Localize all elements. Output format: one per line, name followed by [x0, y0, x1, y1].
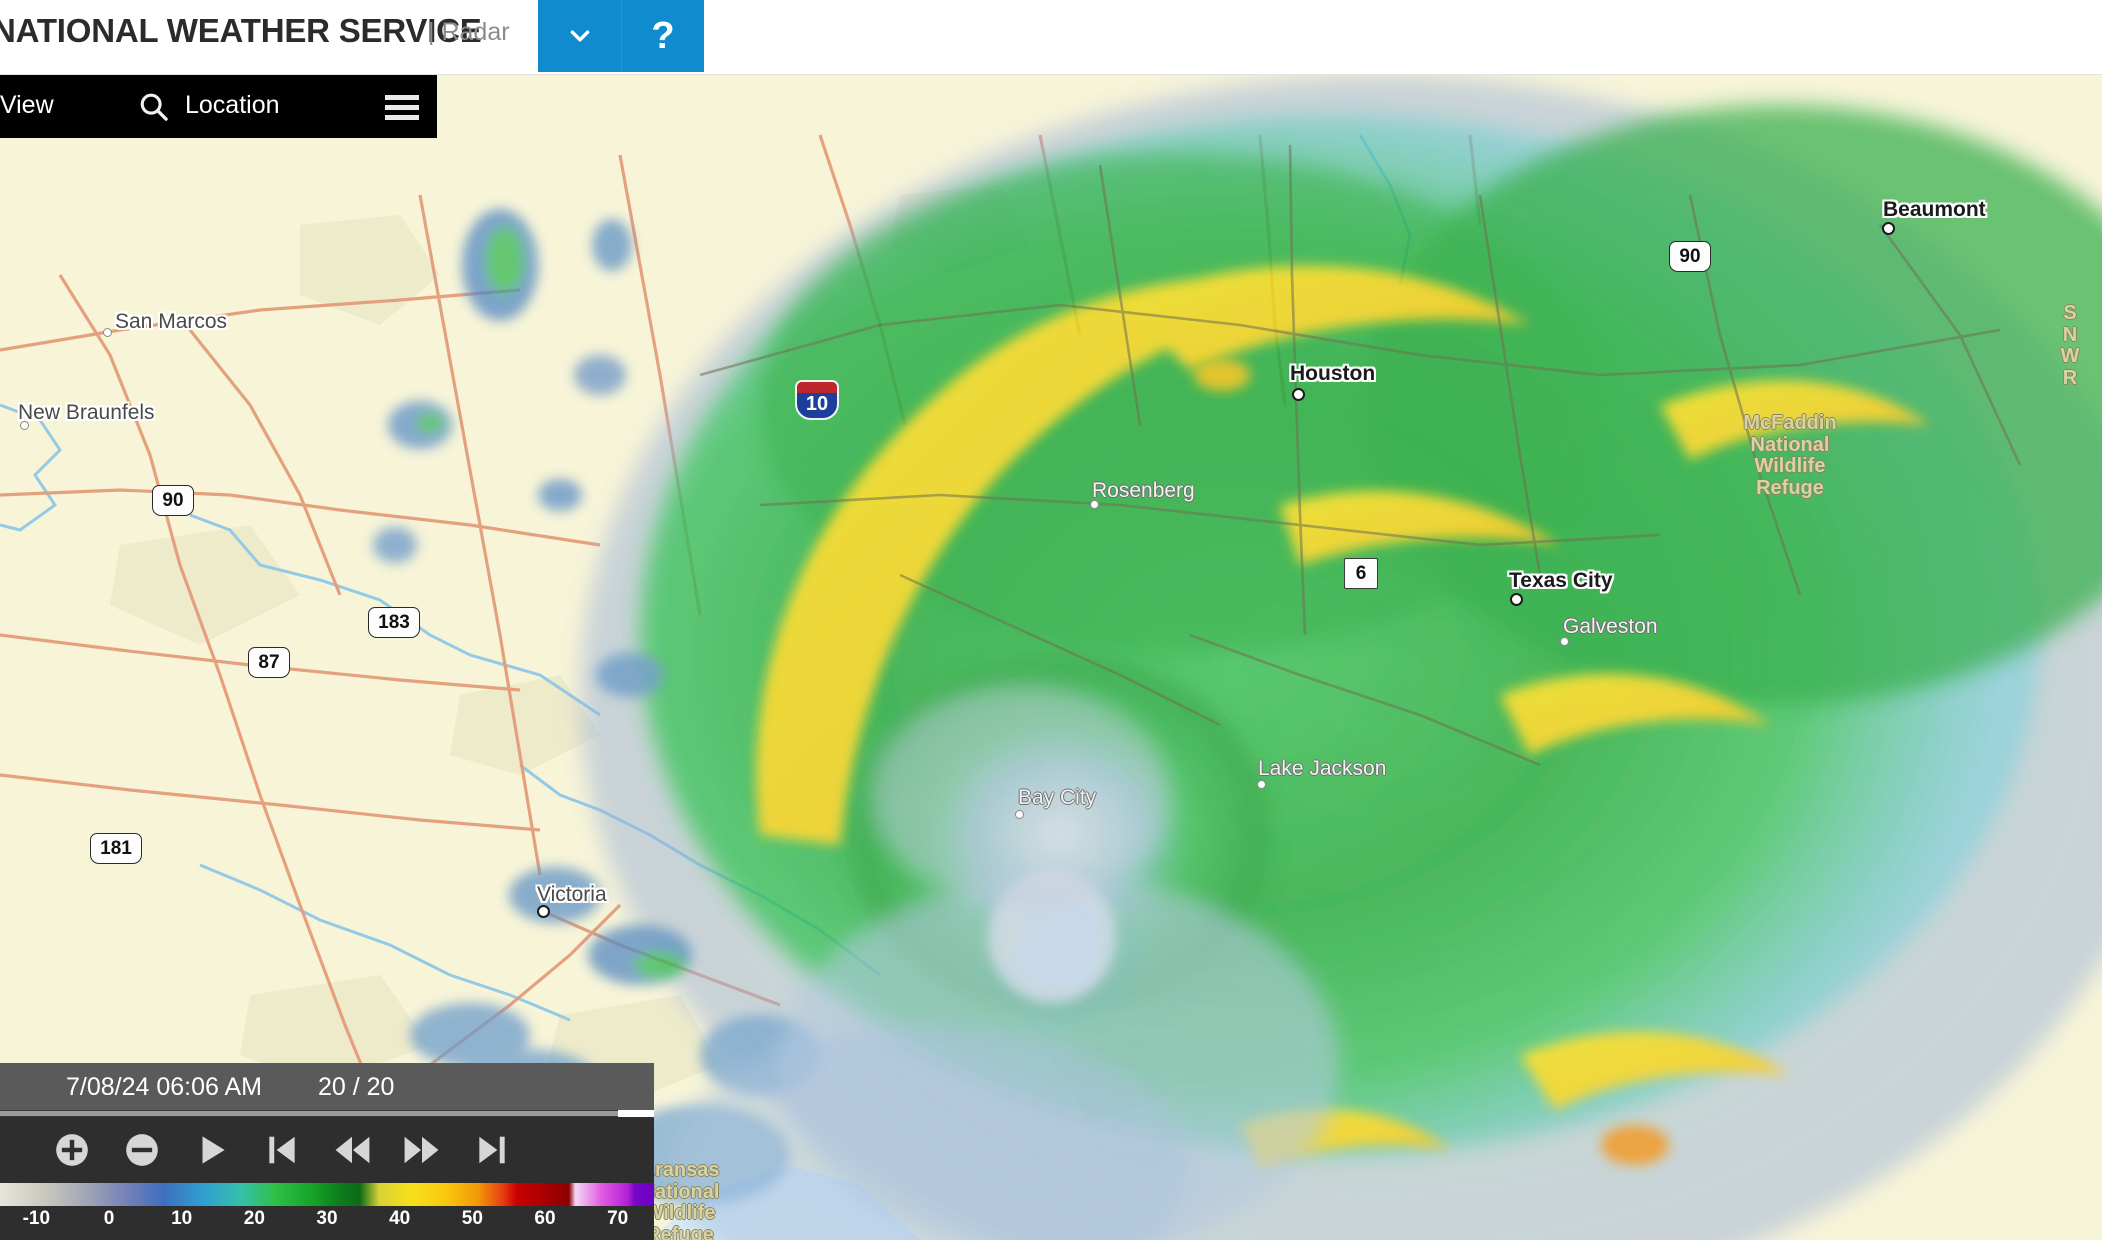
step-back-button[interactable]: [332, 1130, 372, 1170]
legend-tick: 60: [534, 1208, 556, 1229]
skip-to-start-icon: [269, 1136, 295, 1164]
legend-tick: 30: [316, 1208, 338, 1229]
timeline-readout: 7/08/24 06:06 AM 20 / 20: [0, 1063, 654, 1110]
header-button-group: ?: [538, 0, 704, 72]
fast-forward-icon: [404, 1136, 439, 1164]
slider-thumb[interactable]: [618, 1110, 654, 1117]
timeline-slider[interactable]: [0, 1110, 654, 1117]
rewind-icon: [335, 1136, 370, 1164]
play-icon: [202, 1136, 225, 1164]
site-header: NATIONAL WEATHER SERVICE | Radar ?: [0, 0, 2102, 75]
legend-tick: -10: [22, 1208, 51, 1229]
reflectivity-legend: -10 0 10 20 30 40 50 60 70: [0, 1183, 654, 1240]
legend-tick: 50: [461, 1208, 483, 1229]
chevron-down-icon: [570, 30, 589, 42]
skip-to-end-icon: [479, 1136, 505, 1164]
nws-radar-app: NATIONAL WEATHER SERVICE | Radar ? San M…: [0, 0, 2102, 1240]
zoom-out-button[interactable]: [122, 1130, 162, 1170]
legend-tick: 10: [171, 1208, 193, 1229]
legend-tick: 70: [607, 1208, 629, 1229]
header-separator: |: [428, 18, 435, 46]
frame-counter: 20 / 20: [318, 1073, 395, 1101]
minus-circle-icon: [126, 1134, 158, 1166]
location-search-input[interactable]: Location: [185, 91, 280, 120]
plus-circle-icon: [56, 1134, 88, 1166]
header-section-label: | Radar: [428, 18, 510, 47]
map-nav-bar: t View Location: [0, 75, 437, 138]
legend-color-bar: [0, 1183, 654, 1206]
frame-timestamp: 7/08/24 06:06 AM: [66, 1073, 262, 1101]
header-dropdown-button[interactable]: [538, 0, 621, 72]
radar-map[interactable]: San Marcos New Braunfels Victoria Houston Ro…: [0, 75, 2102, 1240]
legend-tick: 20: [243, 1208, 265, 1229]
legend-tick-labels: -10 0 10 20 30 40 50 60 70: [0, 1208, 654, 1238]
radar-control-panel: 7/08/24 06:06 AM 20 / 20 -10 0 10 20 30 …: [0, 1063, 654, 1240]
play-button[interactable]: [192, 1130, 232, 1170]
slider-fill: [0, 1111, 654, 1116]
legend-tick: 40: [389, 1208, 411, 1229]
question-mark-icon: ?: [651, 15, 675, 57]
page-title: NATIONAL WEATHER SERVICE: [0, 12, 482, 49]
header-help-button[interactable]: ?: [621, 0, 704, 72]
first-frame-button[interactable]: [262, 1130, 302, 1170]
legend-tick: 0: [103, 1208, 115, 1229]
last-frame-button[interactable]: [472, 1130, 512, 1170]
search-icon[interactable]: [137, 90, 171, 124]
default-view-button[interactable]: t View: [0, 91, 54, 120]
step-forward-button[interactable]: [402, 1130, 442, 1170]
header-section-name: Radar: [441, 18, 510, 46]
playback-button-row: [0, 1117, 654, 1183]
hamburger-menu-icon[interactable]: [385, 95, 419, 120]
zoom-in-button[interactable]: [52, 1130, 92, 1170]
